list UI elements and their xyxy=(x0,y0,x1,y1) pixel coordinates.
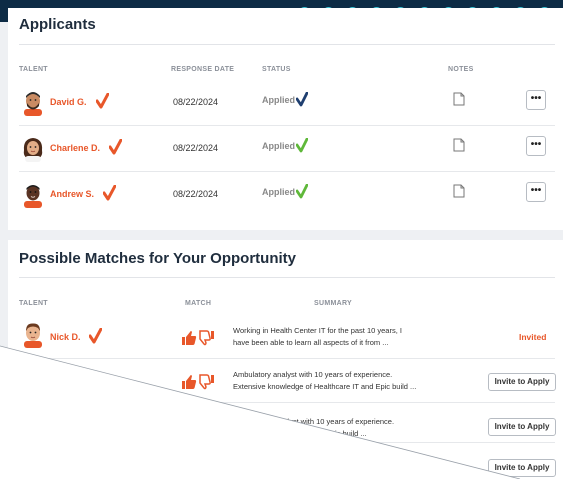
table-row: David G. 08/22/2024 Applied ••• xyxy=(19,80,555,126)
summary-line: Working in Health Center IT for the past… xyxy=(233,326,402,335)
more-options-button[interactable]: ••• xyxy=(526,182,546,202)
verified-check-icon xyxy=(103,185,116,201)
status-check-icon xyxy=(296,92,308,107)
col-talent: TALENT xyxy=(19,300,48,307)
notes-icon[interactable] xyxy=(453,92,465,106)
invited-status: Invited xyxy=(519,332,547,342)
verified-check-icon xyxy=(96,93,109,109)
status-check-icon xyxy=(296,138,308,153)
avatar xyxy=(24,185,42,208)
notes-icon[interactable] xyxy=(453,138,465,152)
status-text: Applied xyxy=(262,141,295,151)
col-status: STATUS xyxy=(262,66,291,73)
status-check-icon xyxy=(296,184,308,199)
summary-line: Extensive knowledge of Healthcare IT and… xyxy=(233,382,417,391)
response-date: 08/22/2024 xyxy=(173,97,219,107)
list-item: Nick D. Working in Health Center IT for … xyxy=(19,314,555,359)
status-text: Applied xyxy=(262,187,295,197)
talent-name[interactable]: David G. xyxy=(50,97,87,107)
verified-check-icon xyxy=(109,139,122,155)
list-item: nalyst with 10 years of experience. lthc… xyxy=(19,403,556,443)
col-talent: TALENT xyxy=(19,66,48,73)
response-date: 08/22/2024 xyxy=(173,189,219,199)
match-thumbs xyxy=(182,330,214,346)
col-response-date: RESPONSE DATE xyxy=(171,66,235,73)
thumbs-up-icon xyxy=(182,375,197,389)
thumbs-up-icon xyxy=(182,331,197,345)
avatar xyxy=(23,138,43,162)
invite-to-apply-button[interactable]: Invite to Apply xyxy=(488,459,556,477)
matches-card: Possible Matches for Your Opportunity TA… xyxy=(8,240,563,479)
summary-line: nalyst with 10 years of experience. xyxy=(279,417,395,426)
col-summary: SUMMARY xyxy=(314,300,353,307)
summary-line: lthcare IT and Epic build ... xyxy=(278,429,367,438)
thumbs-down-icon xyxy=(199,374,214,390)
more-options-button[interactable]: ••• xyxy=(526,90,546,110)
avatar xyxy=(24,323,42,348)
applicants-card: Applicants TALENT RESPONSE DATE STATUS N… xyxy=(8,8,563,230)
list-item: Ambulatory analyst with 10 years of expe… xyxy=(19,359,556,403)
notes-icon[interactable] xyxy=(453,184,465,198)
summary-line: have been able to learn all aspects of i… xyxy=(233,338,389,347)
col-notes: NOTES xyxy=(448,66,474,73)
verified-check-icon xyxy=(89,328,102,344)
talent-name[interactable]: Nick D. xyxy=(50,332,81,342)
thumbs-down-icon xyxy=(199,330,214,346)
invite-to-apply-button[interactable]: Invite to Apply xyxy=(488,373,556,391)
more-options-button[interactable]: ••• xyxy=(526,136,546,156)
table-row: Andrew S. 08/22/2024 Applied ••• xyxy=(19,172,555,218)
avatar xyxy=(24,92,42,116)
match-thumbs xyxy=(182,374,214,390)
talent-name[interactable]: Charlene D. xyxy=(50,143,100,153)
talent-name[interactable]: Andrew S. xyxy=(50,189,94,199)
status-text: Applied xyxy=(262,95,295,105)
invite-to-apply-button[interactable]: Invite to Apply xyxy=(488,418,556,436)
col-match: MATCH xyxy=(185,300,212,307)
table-row: Charlene D. 08/22/2024 Applied ••• xyxy=(19,126,555,172)
summary-line: Ambulatory analyst with 10 years of expe… xyxy=(233,370,393,379)
list-item: Invite to Apply xyxy=(19,443,556,479)
response-date: 08/22/2024 xyxy=(173,143,219,153)
applicants-table: David G. 08/22/2024 Applied ••• Charlene… xyxy=(8,80,563,220)
applicants-title: Applicants xyxy=(19,16,96,33)
matches-title: Possible Matches for Your Opportunity xyxy=(19,250,296,267)
divider xyxy=(19,44,555,45)
divider xyxy=(19,277,555,278)
